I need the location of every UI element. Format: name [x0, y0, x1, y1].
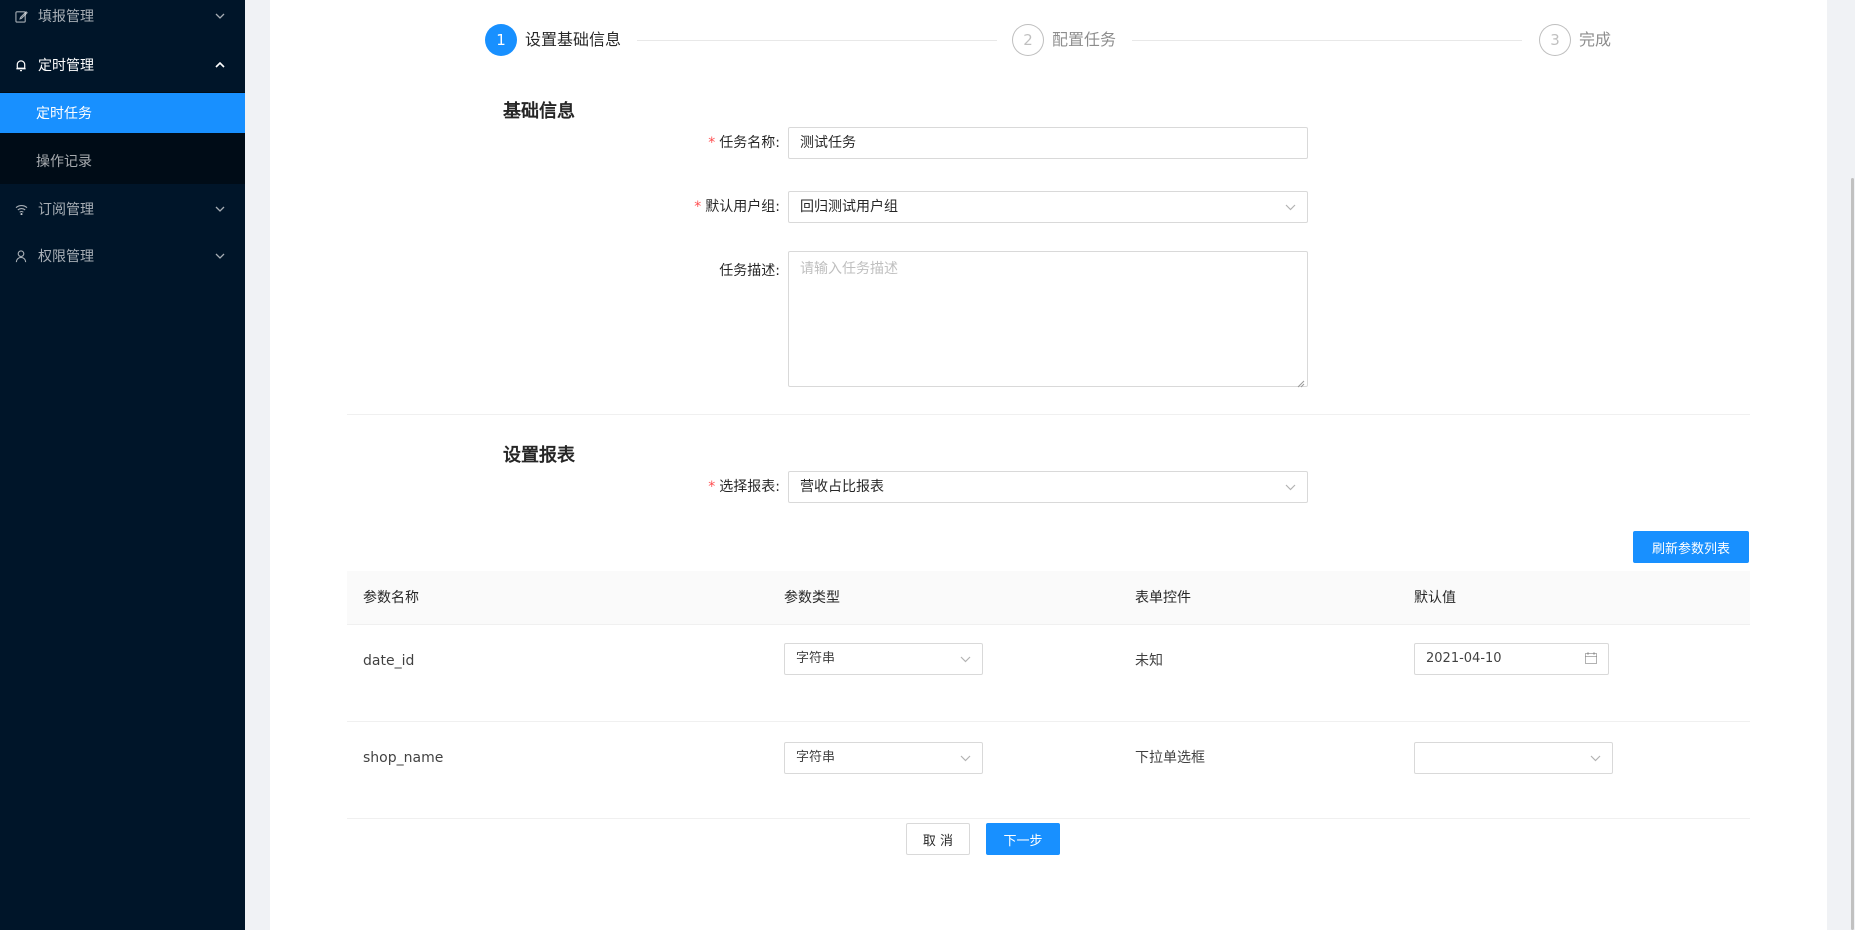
cell-form-control: 未知 — [1135, 653, 1163, 669]
select-value: 回归测试用户组 — [800, 199, 898, 215]
step-number: 2 — [1023, 31, 1033, 49]
label-text: 任务名称: — [719, 135, 780, 151]
chevron-down-icon — [213, 249, 227, 263]
th-param-type: 参数类型 — [784, 590, 840, 606]
textarea-placeholder: 请输入任务描述 — [800, 261, 898, 277]
chevron-down-icon — [1284, 201, 1296, 213]
step-connector — [637, 40, 997, 41]
user-icon — [14, 249, 28, 263]
menu-item-label: 权限管理 — [38, 249, 94, 265]
table-row: shop_name 字符串 下拉单选框 — [347, 722, 1750, 819]
select-report-label: * 选择报表: — [680, 471, 780, 503]
user-group-label: * 默认用户组: — [660, 191, 780, 223]
menu-item-fill-management[interactable]: 填报管理 — [0, 0, 245, 32]
step-connector — [1132, 40, 1522, 41]
required-mark: * — [708, 479, 716, 495]
sidebar: 填报管理 定时管理 定时任务 操作记录 订阅管理 权限管理 — [0, 0, 245, 930]
sub-item-label: 定时任务 — [36, 106, 92, 122]
wifi-icon — [14, 202, 28, 216]
menu-item-label: 订阅管理 — [38, 202, 94, 218]
cancel-button[interactable]: 取 消 — [906, 823, 970, 855]
menu-item-label: 定时管理 — [38, 58, 94, 74]
select-value: 营收占比报表 — [800, 479, 884, 495]
chevron-down-icon — [213, 9, 227, 23]
basic-info-title: 基础信息 — [503, 101, 575, 122]
step-2-icon: 2 — [1012, 24, 1044, 56]
select-value: 字符串 — [796, 651, 836, 666]
step-3-icon: 3 — [1539, 24, 1571, 56]
param-type-select[interactable]: 字符串 — [784, 742, 983, 774]
step-1-title: 设置基础信息 — [525, 30, 622, 49]
refresh-params-button[interactable]: 刷新参数列表 — [1633, 531, 1749, 563]
th-form-control: 表单控件 — [1135, 590, 1191, 606]
sub-item-label: 操作记录 — [36, 154, 92, 170]
chevron-down-icon — [1589, 752, 1601, 764]
scrollbar-thumb[interactable] — [1851, 178, 1854, 930]
th-default-value: 默认值 — [1414, 590, 1456, 606]
cell-param-name: shop_name — [363, 750, 444, 766]
chevron-down-icon — [213, 202, 227, 216]
label-text: 任务描述: — [719, 263, 780, 279]
cell-param-name: date_id — [363, 653, 415, 669]
required-mark: * — [708, 135, 716, 151]
date-value: 2021-04-10 — [1426, 651, 1502, 666]
report-section-title: 设置报表 — [503, 445, 575, 466]
label-text: 默认用户组: — [705, 199, 780, 215]
param-type-select[interactable]: 字符串 — [784, 643, 983, 675]
cell-form-control: 下拉单选框 — [1135, 750, 1205, 766]
sidebar-item-scheduled-tasks[interactable]: 定时任务 — [0, 93, 245, 133]
task-desc-label: 任务描述: — [680, 255, 780, 287]
chevron-down-icon — [1284, 481, 1296, 493]
table-row: date_id 字符串 未知 2021-04-10 — [347, 625, 1750, 722]
step-3-title: 完成 — [1579, 30, 1612, 49]
task-name-input[interactable]: 测试任务 — [788, 127, 1308, 159]
bell-icon — [14, 58, 28, 72]
report-select[interactable]: 营收占比报表 — [788, 471, 1308, 503]
section-divider — [347, 414, 1750, 415]
edit-icon — [14, 9, 28, 23]
resize-handle-icon[interactable] — [1297, 376, 1305, 388]
chevron-up-icon — [213, 58, 227, 72]
menu-item-subscription-management[interactable]: 订阅管理 — [0, 189, 245, 229]
step-number: 3 — [1550, 31, 1560, 49]
menu-item-permission-management[interactable]: 权限管理 — [0, 236, 245, 276]
label-text: 选择报表: — [719, 479, 780, 495]
date-picker-input[interactable]: 2021-04-10 — [1414, 643, 1609, 675]
table-header: 参数名称 参数类型 表单控件 默认值 — [347, 571, 1750, 625]
task-desc-textarea[interactable]: 请输入任务描述 — [788, 251, 1308, 388]
required-mark: * — [694, 199, 702, 215]
chevron-down-icon — [959, 653, 971, 665]
calendar-icon — [1585, 652, 1597, 664]
step-1-icon: 1 — [485, 24, 517, 56]
default-value-select[interactable] — [1414, 742, 1613, 774]
step-2-title: 配置任务 — [1052, 30, 1117, 49]
menu-item-schedule-management[interactable]: 定时管理 — [0, 45, 245, 85]
th-param-name: 参数名称 — [363, 590, 419, 606]
user-group-select[interactable]: 回归测试用户组 — [788, 191, 1308, 223]
task-name-label: * 任务名称: — [680, 127, 780, 159]
chevron-down-icon — [959, 752, 971, 764]
select-value: 字符串 — [796, 750, 836, 765]
step-number: 1 — [496, 31, 506, 49]
next-step-button[interactable]: 下一步 — [986, 823, 1060, 855]
sidebar-item-operation-log[interactable]: 操作记录 — [0, 141, 245, 181]
menu-item-label: 填报管理 — [38, 9, 94, 25]
